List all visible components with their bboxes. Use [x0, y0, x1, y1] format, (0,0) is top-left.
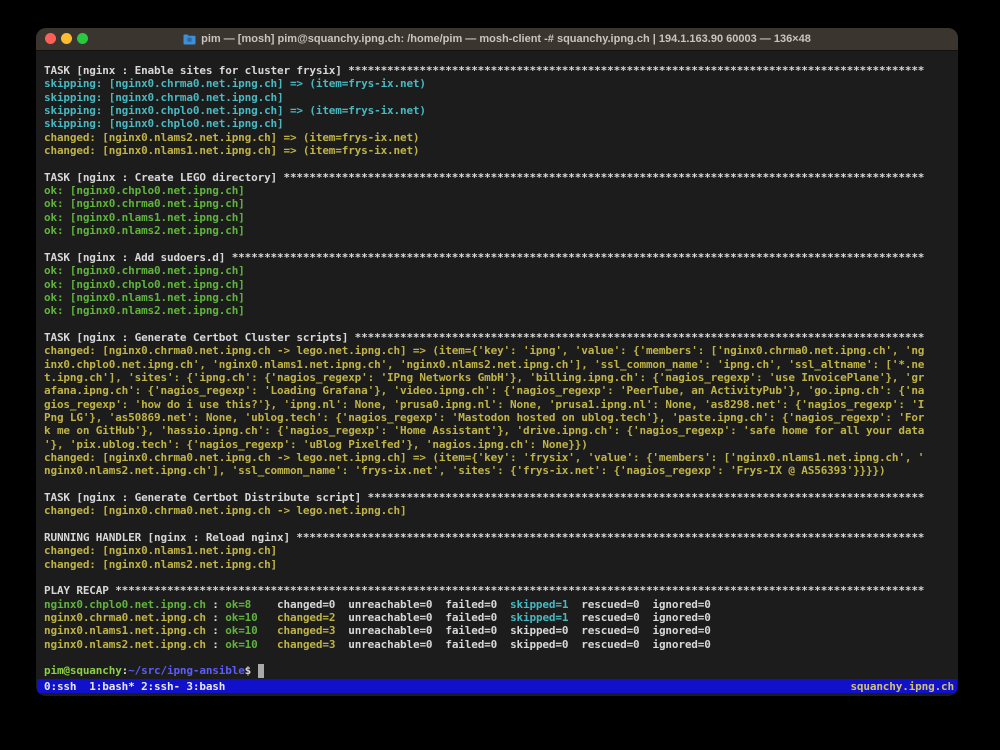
terminal-line	[44, 651, 958, 664]
terminal-line: k me on GitHub'}, 'hassio.ipng.ch': {'na…	[44, 424, 958, 437]
terminal-line: changed: [nginx0.chrma0.net.ipng.ch -> l…	[44, 451, 958, 464]
cursor	[258, 664, 264, 677]
terminal-line: TASK [nginx : Generate Certbot Distribut…	[44, 491, 958, 504]
terminal-line: nginx0.chrma0.net.ipng.ch : ok=10 change…	[44, 611, 958, 624]
terminal-line: changed: [nginx0.nlams1.net.ipng.ch]	[44, 544, 958, 557]
terminal-line	[44, 478, 958, 491]
minimize-button[interactable]	[61, 33, 72, 44]
terminal-line	[44, 157, 958, 170]
terminal-line: ok: [nginx0.nlams1.net.ipng.ch]	[44, 211, 958, 224]
terminal-line: ok: [nginx0.nlams1.net.ipng.ch]	[44, 291, 958, 304]
terminal-window: pim — [mosh] pim@squanchy.ipng.ch: /home…	[36, 28, 958, 696]
terminal-line: ok: [nginx0.nlams2.net.ipng.ch]	[44, 224, 958, 237]
folder-icon	[183, 34, 196, 45]
terminal-line: changed: [nginx0.nlams2.net.ipng.ch]	[44, 558, 958, 571]
terminal-line: nginx0.nlams2.net.ipng.ch : ok=10 change…	[44, 638, 958, 651]
terminal-line	[44, 318, 958, 331]
terminal-line: afana.ipng.ch': {'nagios_regexp': 'Loadi…	[44, 384, 958, 397]
terminal-line: skipping: [nginx0.chplo0.net.ipng.ch] =>…	[44, 104, 958, 117]
terminal-line: skipping: [nginx0.chplo0.net.ipng.ch]	[44, 117, 958, 130]
terminal-line: nginx0.nlams1.net.ipng.ch : ok=10 change…	[44, 624, 958, 637]
terminal-line: TASK [nginx : Generate Certbot Cluster s…	[44, 331, 958, 344]
terminal-line: changed: [nginx0.chrma0.net.ipng.ch -> l…	[44, 344, 958, 357]
terminal-line: '}, 'pix.ublog.tech': {'nagios_regexp': …	[44, 438, 958, 451]
terminal-line: nginx0.nlams2.net.ipng.ch'], 'ssl_common…	[44, 464, 958, 477]
terminal-line: skipping: [nginx0.chrma0.net.ipng.ch] =>…	[44, 77, 958, 90]
terminal-line	[44, 571, 958, 584]
terminal-line: inx0.chplo0.net.ipng.ch', 'nginx0.nlams1…	[44, 358, 958, 371]
tmux-status-bar: 0:ssh 1:bash* 2:ssh- 3:bash squanchy.ipn…	[37, 679, 957, 693]
terminal-line	[44, 237, 958, 250]
terminal-line	[44, 518, 958, 531]
terminal-line: RUNNING HANDLER [nginx : Reload nginx] *…	[44, 531, 958, 544]
terminal-line: pim@squanchy:~/src/ipng-ansible$	[44, 664, 958, 677]
terminal-line: Png LG'}, 'as50869.net': None, 'ublog.te…	[44, 411, 958, 424]
window-title: pim — [mosh] pim@squanchy.ipng.ch: /home…	[201, 33, 811, 45]
title-bar[interactable]: pim — [mosh] pim@squanchy.ipng.ch: /home…	[36, 28, 958, 51]
terminal-line: TASK [nginx : Add sudoers.d] ***********…	[44, 251, 958, 264]
terminal-line: ok: [nginx0.chplo0.net.ipng.ch]	[44, 184, 958, 197]
terminal-line: t.ipng.ch'], 'sites': {'ipng.ch': {'nagi…	[44, 371, 958, 384]
close-button[interactable]	[45, 33, 56, 44]
terminal-line: changed: [nginx0.nlams2.net.ipng.ch] => …	[44, 131, 958, 144]
terminal-line: PLAY RECAP *****************************…	[44, 584, 958, 597]
tmux-window-list[interactable]: 0:ssh 1:bash* 2:ssh- 3:bash	[44, 680, 225, 693]
terminal-line: TASK [nginx : Create LEGO directory] ***…	[44, 171, 958, 184]
terminal-line: ok: [nginx0.chrma0.net.ipng.ch]	[44, 197, 958, 210]
terminal-line: ok: [nginx0.nlams2.net.ipng.ch]	[44, 304, 958, 317]
terminal-line: nginx0.chplo0.net.ipng.ch : ok=8 changed…	[44, 598, 958, 611]
terminal-line: TASK [nginx : Enable sites for cluster f…	[44, 64, 958, 77]
terminal-line: changed: [nginx0.nlams1.net.ipng.ch] => …	[44, 144, 958, 157]
terminal-line: ok: [nginx0.chplo0.net.ipng.ch]	[44, 278, 958, 291]
terminal-line: skipping: [nginx0.chrma0.net.ipng.ch]	[44, 91, 958, 104]
tmux-hostname: squanchy.ipng.ch	[850, 680, 954, 693]
terminal-output[interactable]: TASK [nginx : Enable sites for cluster f…	[36, 50, 958, 696]
terminal-line: ok: [nginx0.chrma0.net.ipng.ch]	[44, 264, 958, 277]
terminal-line: gios_regexp': 'how do i use this?'}, 'ip…	[44, 398, 958, 411]
zoom-button[interactable]	[77, 33, 88, 44]
terminal-line: changed: [nginx0.chrma0.net.ipng.ch -> l…	[44, 504, 958, 517]
